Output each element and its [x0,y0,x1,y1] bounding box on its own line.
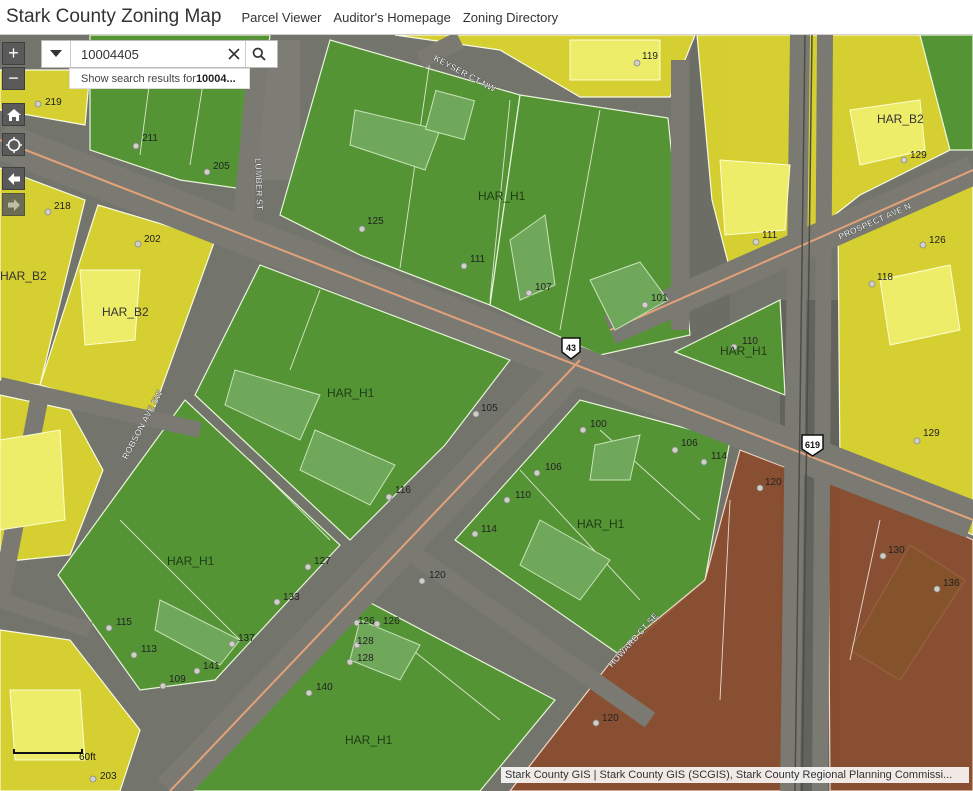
parcel-number: 114 [711,451,727,462]
home-button[interactable] [2,103,25,126]
parcel-number: 126 [929,235,946,246]
zone-label: HAR_B2 [877,112,924,126]
search-icon [252,47,266,61]
parcel-number: 118 [877,272,893,283]
parcel-number: 110 [515,490,531,501]
parcel-number: 120 [429,570,446,581]
parcel-number: 211 [142,133,158,144]
next-extent-button[interactable] [2,193,25,216]
parcel-number: 120 [765,477,782,488]
route-shield-label: 43 [566,343,576,353]
parcel-number: 129 [923,428,940,439]
parcel-number: 128 [357,653,374,664]
parcel-number: 205 [213,161,230,172]
nav-zoning-directory[interactable]: Zoning Directory [463,10,558,25]
app-title: Stark County Zoning Map [6,6,222,27]
parcel-number: 203 [100,771,117,782]
parcel-number: 130 [888,545,905,556]
search-widget [41,40,278,68]
previous-extent-button[interactable] [2,167,25,190]
nav-auditors-homepage[interactable]: Auditor's Homepage [333,10,450,25]
parcel-number: 202 [144,234,161,245]
arrow-right-icon [7,198,20,211]
zoom-out-button[interactable]: − [2,67,25,90]
zone-label: HAR_H1 [478,189,526,203]
parcel-number: 113 [141,644,157,655]
search-suggestion-term: 10004... [195,72,236,85]
map-canvas[interactable]: 219 211 205 218 202 125 111 107 101 119 … [0,35,973,791]
parcel-number: 100 [590,419,607,430]
clear-search-button[interactable] [223,41,245,67]
parcel-number: 125 [367,216,384,227]
parcel-number: 106 [681,438,698,449]
parcel-number: 137 [238,633,255,644]
scale-bar-label: 60ft [79,752,96,763]
zone-label: HAR_H1 [720,344,768,358]
parcel-number: 120 [602,713,619,724]
close-icon [228,48,240,60]
zoom-in-button[interactable]: + [2,42,25,65]
parcel-number: 219 [45,97,62,108]
route-shield-label: 619 [805,440,820,450]
locate-button[interactable] [2,133,25,156]
home-icon [6,108,21,121]
street-label: LUMBER ST [253,158,265,211]
parcel-number: 107 [535,282,552,293]
parcel-number: 111 [470,254,486,265]
map-attribution[interactable]: Stark County GIS | Stark County GIS (SCG… [501,767,969,783]
search-suggestion[interactable]: Show search results for 10004... [69,68,250,89]
parcel-number: 127 [314,556,331,567]
zone-label: HAR_B2 [102,305,149,319]
arrow-left-icon [7,172,20,185]
zone-label: HAR_H1 [167,554,215,568]
parcel-number: 111 [762,230,778,241]
zone-label: HAR_B2 [0,269,47,283]
parcel-number: 128 [357,636,374,647]
search-source-dropdown[interactable] [42,41,71,67]
parcel-number: 101 [651,293,668,304]
app-header: Stark County Zoning Map Parcel Viewer Au… [0,0,973,35]
parcel-number: 133 [283,592,300,603]
parcel-number: 116 [395,485,411,496]
parcel-number: 136 [943,578,960,589]
parcel-number: 119 [642,51,658,62]
scale-bar-line [13,749,83,754]
parcel-number: 105 [481,403,498,414]
parcel-number: 126 [358,616,375,627]
scale-bar: 60ft [13,749,96,763]
search-suggestion-prefix: Show search results for [81,72,196,85]
parcel-number: 140 [316,682,333,693]
parcel-number: 126 [383,616,400,627]
parcel-number: 141 [203,661,220,672]
parcel-number: 129 [910,150,927,161]
parcel-number: 115 [116,617,132,628]
zone-label: HAR_H1 [345,733,393,747]
parcel-number: 106 [545,462,562,473]
search-input[interactable] [71,41,223,67]
search-button[interactable] [245,41,272,67]
parcel-number: 218 [54,201,71,212]
zone-label: HAR_H1 [577,517,625,531]
parcel-number: 109 [169,674,186,685]
parcel-number: 114 [481,524,497,535]
nav-parcel-viewer[interactable]: Parcel Viewer [241,10,321,25]
caret-down-icon [50,50,62,57]
locate-icon [5,136,22,153]
map-view[interactable]: 219 211 205 218 202 125 111 107 101 119 … [0,35,973,791]
zone-label: HAR_H1 [327,386,375,400]
